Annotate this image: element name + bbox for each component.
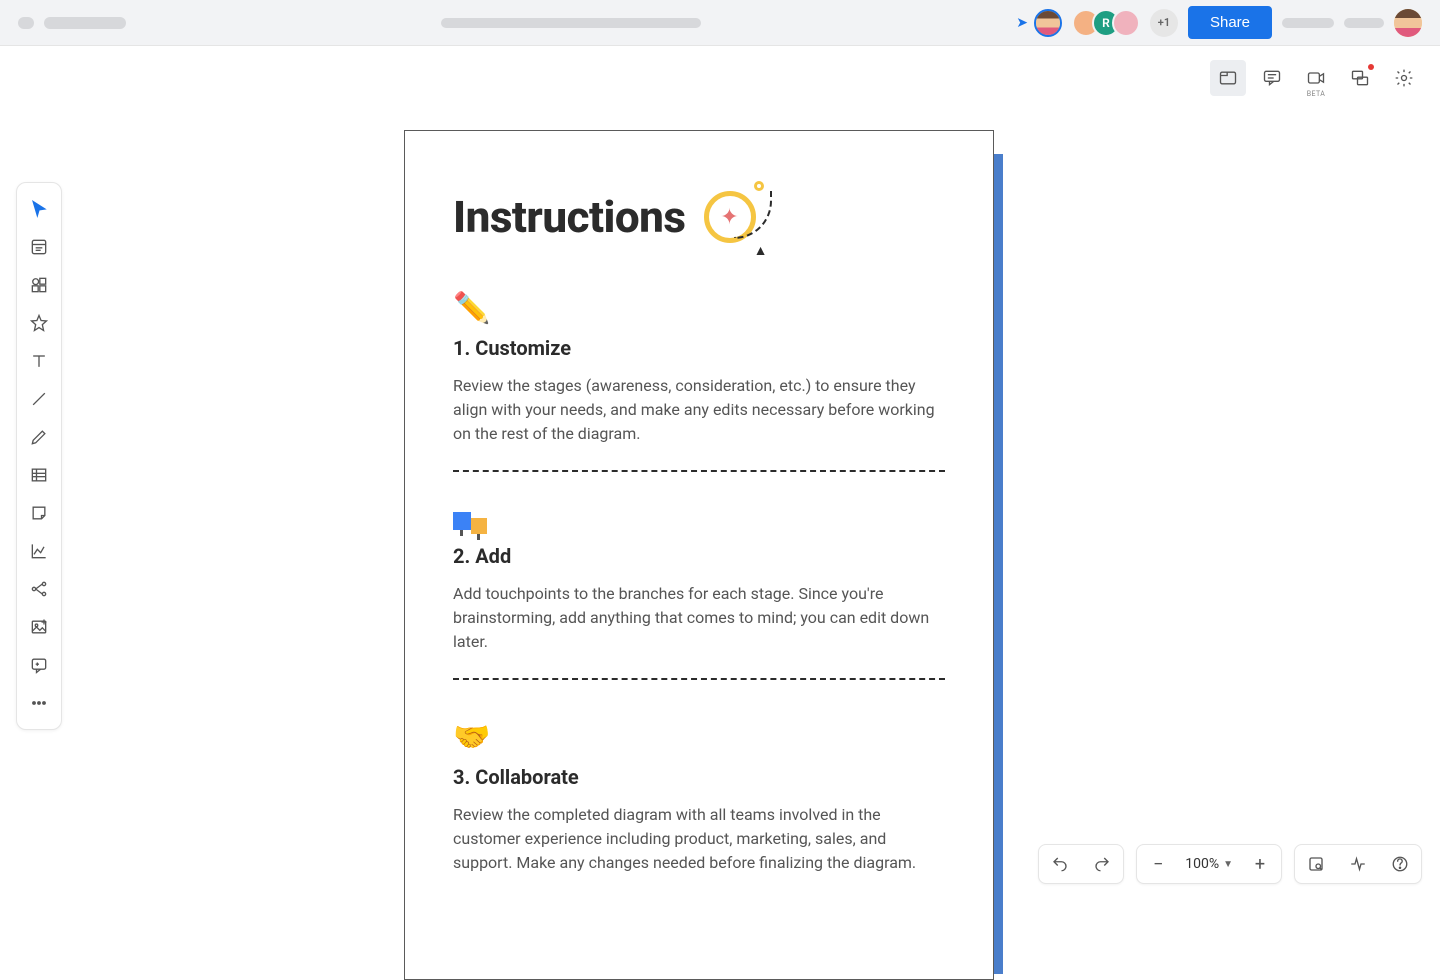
doc-name-placeholder[interactable]	[44, 17, 126, 29]
toolbar-placeholder[interactable]	[1282, 18, 1334, 28]
zoom-out-button[interactable]: −	[1137, 844, 1179, 884]
extra-collaborators-badge[interactable]: +1	[1150, 9, 1178, 37]
collab-cursor-icon: ➤	[1016, 15, 1028, 31]
zoom-controls: − 100% ▼ +	[1136, 844, 1282, 884]
pencil-icon: ✏️	[453, 291, 945, 326]
top-bar: ➤ R +1 Share	[0, 0, 1440, 46]
section-customize: ✏️ 1. Customize Review the stages (aware…	[453, 291, 945, 446]
help-button[interactable]	[1379, 844, 1421, 884]
search-placeholder[interactable]	[441, 18, 701, 28]
section-body: Add touchpoints to the branches for each…	[453, 582, 945, 654]
canvas[interactable]: Instructions ✦ ▲ ✏️ 1. Customize Review …	[0, 46, 1440, 900]
bottom-controls: − 100% ▼ +	[1038, 844, 1422, 884]
zoom-level-dropdown[interactable]: 100% ▼	[1179, 856, 1239, 872]
view-controls	[1294, 844, 1422, 884]
menu-placeholder[interactable]	[18, 17, 34, 29]
section-divider	[453, 678, 945, 680]
active-collaborator-avatar[interactable]	[1034, 9, 1062, 37]
section-title: 2. Add	[453, 544, 945, 568]
section-divider	[453, 470, 945, 472]
zoom-in-button[interactable]: +	[1239, 844, 1281, 884]
instructions-document[interactable]: Instructions ✦ ▲ ✏️ 1. Customize Review …	[404, 130, 994, 980]
toolbar-placeholder[interactable]	[1344, 18, 1384, 28]
history-controls	[1038, 844, 1124, 884]
document-title: Instructions	[453, 191, 686, 243]
section-collaborate: 🤝 3. Collaborate Review the completed di…	[453, 720, 945, 875]
undo-button[interactable]	[1039, 844, 1081, 884]
section-body: Review the stages (awareness, considerat…	[453, 374, 945, 446]
collaborator-avatar[interactable]	[1112, 9, 1140, 37]
activity-button[interactable]	[1337, 844, 1379, 884]
section-title: 1. Customize	[453, 336, 945, 360]
redo-button[interactable]	[1081, 844, 1123, 884]
zoom-level-value: 100%	[1185, 856, 1219, 872]
section-body: Review the completed diagram with all te…	[453, 803, 945, 875]
current-user-avatar[interactable]	[1394, 9, 1422, 37]
section-add: 2. Add Add touchpoints to the branches f…	[453, 512, 945, 654]
share-button[interactable]: Share	[1188, 6, 1272, 39]
collaborator-avatar-group[interactable]: R	[1072, 9, 1140, 37]
sticky-notes-icon	[453, 512, 489, 540]
compass-icon: ✦ ▲	[704, 183, 772, 251]
section-title: 3. Collaborate	[453, 765, 945, 789]
minimap-button[interactable]	[1295, 844, 1337, 884]
handshake-icon: 🤝	[453, 720, 945, 755]
caret-down-icon: ▼	[1223, 859, 1233, 870]
